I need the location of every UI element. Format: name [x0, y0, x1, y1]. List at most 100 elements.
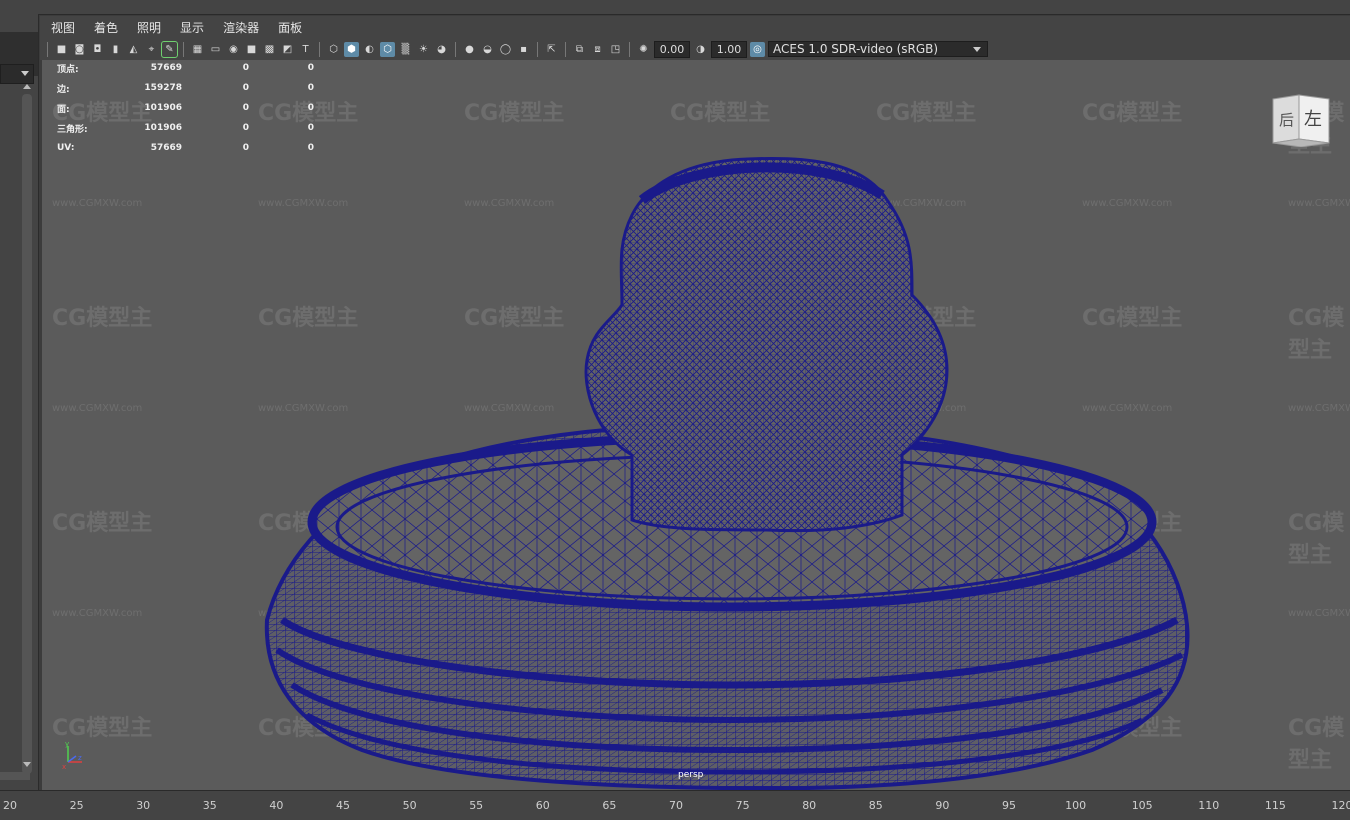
- axis-x-label: x: [62, 763, 66, 770]
- hud-row-faces: 面: 101906 0 0: [57, 98, 314, 118]
- multisample-aa-icon[interactable]: ◯: [498, 42, 513, 57]
- grease-pencil-icon[interactable]: ✎: [162, 42, 177, 57]
- textured-icon[interactable]: ▒: [398, 42, 413, 57]
- hud-label: 三角形:: [57, 122, 107, 135]
- menu-renderer[interactable]: 渲染器: [212, 19, 267, 36]
- menu-show[interactable]: 显示: [169, 19, 212, 36]
- exposure-field[interactable]: 0.00: [654, 41, 690, 58]
- scroll-up-arrow-icon[interactable]: [23, 84, 31, 89]
- motion-blur-icon[interactable]: ◒: [480, 42, 495, 57]
- use-default-material-icon[interactable]: ◐: [362, 42, 377, 57]
- hud-value: 57669: [107, 143, 182, 153]
- timeline-tick: 40: [269, 799, 283, 812]
- hud-value: 0: [182, 83, 249, 93]
- horizontal-scrollbar[interactable]: [0, 772, 30, 780]
- hud-row-vertices: 顶点: 57669 0 0: [57, 60, 314, 78]
- hud-value: 0: [249, 143, 314, 153]
- timeline-tick: 20: [3, 799, 17, 812]
- hud-value: 0: [249, 63, 314, 73]
- timeline-tick: 105: [1132, 799, 1153, 812]
- timeline-tick: 30: [136, 799, 150, 812]
- time-slider[interactable]: 2025303540455055606570758085909510010511…: [0, 790, 1350, 820]
- exposure-icon[interactable]: ✺: [636, 42, 651, 57]
- depth-of-field-icon[interactable]: ▪: [516, 42, 531, 57]
- menu-lighting[interactable]: 照明: [126, 19, 169, 36]
- timeline-tick: 80: [802, 799, 816, 812]
- screen-space-ao-icon[interactable]: ●: [462, 42, 477, 57]
- wireframe-model[interactable]: [42, 60, 1350, 790]
- perspective-viewport[interactable]: CG模型主CG模型主CG模型主CG模型主CG模型主CG模型主CG模型主CG模型主…: [42, 60, 1350, 790]
- hud-value: 0: [249, 103, 314, 113]
- xray-active-components-icon[interactable]: ⧈: [590, 42, 605, 57]
- timeline-tick: 120: [1332, 799, 1350, 812]
- hud-value: 0: [182, 123, 249, 133]
- hud-row-uvs: UV: 57669 0 0: [57, 138, 314, 158]
- isolate-select-icon[interactable]: ⇱: [544, 42, 559, 57]
- safe-action-icon[interactable]: ◩: [280, 42, 295, 57]
- timeline-tick: 70: [669, 799, 683, 812]
- chevron-down-icon: [21, 71, 29, 76]
- hud-row-triangles: 三角形: 101906 0 0: [57, 118, 314, 138]
- toolbar-separator: [629, 42, 630, 57]
- resolution-gate-icon[interactable]: ◉: [226, 42, 241, 57]
- menu-view[interactable]: 视图: [40, 19, 83, 36]
- gamma-field[interactable]: 1.00: [711, 41, 747, 58]
- 2d-pan-zoom-icon[interactable]: ⌖: [144, 42, 159, 57]
- menu-panels[interactable]: 面板: [267, 19, 310, 36]
- axis-y-label: y: [65, 740, 69, 748]
- knob: [586, 158, 947, 530]
- hud-value: 101906: [107, 123, 182, 133]
- hud-value: 0: [182, 143, 249, 153]
- panel-menu-bar: 视图 着色 照明 显示 渲染器 面板: [40, 16, 1350, 38]
- xray-icon[interactable]: ⧉: [572, 42, 587, 57]
- wireframe-icon[interactable]: ⬡: [326, 42, 341, 57]
- left-panel: [0, 14, 39, 790]
- toolbar-separator: [537, 42, 538, 57]
- view-cube[interactable]: 后 左: [1269, 93, 1331, 147]
- left-panel-dropdown[interactable]: [0, 64, 34, 84]
- timeline-tick: 65: [602, 799, 616, 812]
- timeline-tick: 95: [1002, 799, 1016, 812]
- hud-value: 0: [182, 103, 249, 113]
- axis-gizmo: y x z: [60, 740, 90, 770]
- xray-joints-icon[interactable]: ◳: [608, 42, 623, 57]
- panel-toolbar: ■ ◙ ◘ ▮ ◭ ⌖ ✎ ▦ ▭ ◉ ■ ▩ ◩ T ⬡ ⬢ ◐ ⬡ ▒ ☀ …: [40, 38, 1350, 60]
- toolbar-separator: [565, 42, 566, 57]
- hud-label: 面:: [57, 102, 107, 115]
- colorspace-dropdown[interactable]: ACES 1.0 SDR-video (sRGB): [768, 41, 988, 57]
- safe-title-icon[interactable]: T: [298, 42, 313, 57]
- top-strip: [0, 0, 1350, 15]
- camera-lock-icon[interactable]: ◘: [90, 42, 105, 57]
- wireframe-on-shaded-icon[interactable]: ⬡: [380, 42, 395, 57]
- hud-value: 0: [182, 63, 249, 73]
- timeline-tick: 55: [469, 799, 483, 812]
- menu-shading[interactable]: 着色: [83, 19, 126, 36]
- timeline-tick: 45: [336, 799, 350, 812]
- smooth-shade-icon[interactable]: ⬢: [344, 42, 359, 57]
- timeline-tick: 25: [70, 799, 84, 812]
- vertical-scrollbar[interactable]: [22, 94, 32, 774]
- scroll-down-arrow-icon[interactable]: [23, 762, 31, 767]
- timeline-tick: 115: [1265, 799, 1286, 812]
- film-gate-icon[interactable]: ▭: [208, 42, 223, 57]
- gamma-icon[interactable]: ◑: [693, 42, 708, 57]
- bookmark-icon[interactable]: ▮: [108, 42, 123, 57]
- poly-count-hud: 顶点: 57669 0 0 边: 159278 0 0 面: 101906 0 …: [57, 60, 314, 158]
- timeline-tick: 90: [935, 799, 949, 812]
- hud-value: 0: [249, 123, 314, 133]
- field-chart-icon[interactable]: ▩: [262, 42, 277, 57]
- hud-label: 边:: [57, 82, 107, 95]
- camera-attributes-icon[interactable]: ◙: [72, 42, 87, 57]
- view-cube-back-label: 后: [1279, 111, 1294, 129]
- use-all-lights-icon[interactable]: ☀: [416, 42, 431, 57]
- color-management-icon[interactable]: ◎: [750, 42, 765, 57]
- axis-z-label: z: [78, 754, 82, 762]
- gate-mask-icon[interactable]: ■: [244, 42, 259, 57]
- hud-row-edges: 边: 159278 0 0: [57, 78, 314, 98]
- toolbar-separator: [183, 42, 184, 57]
- timeline-tick: 60: [536, 799, 550, 812]
- grid-icon[interactable]: ▦: [190, 42, 205, 57]
- camera-icon[interactable]: ■: [54, 42, 69, 57]
- image-plane-icon[interactable]: ◭: [126, 42, 141, 57]
- shadows-icon[interactable]: ◕: [434, 42, 449, 57]
